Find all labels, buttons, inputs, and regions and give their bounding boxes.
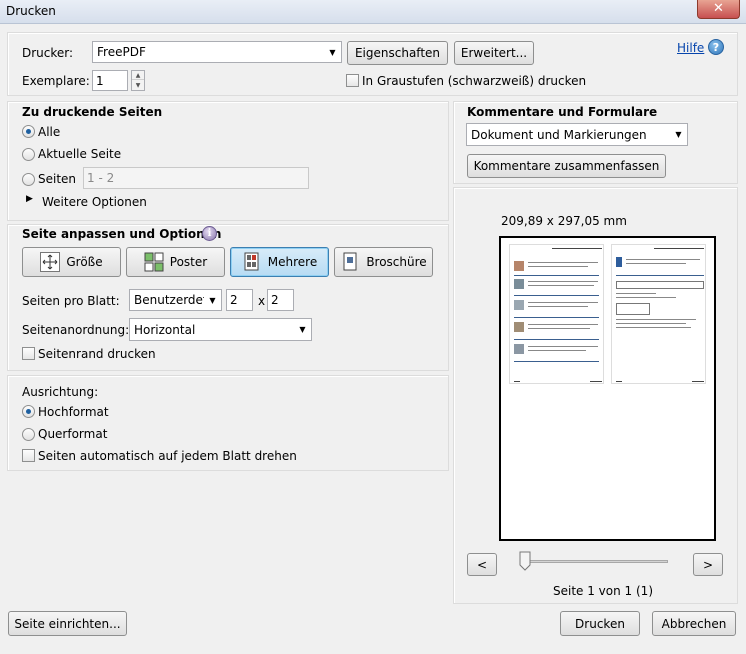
columns-input[interactable]: 2 xyxy=(226,289,253,311)
booklet-button-label: Broschüre xyxy=(366,255,427,269)
pages-per-sheet-select[interactable]: Benutzerdefiniert ▼ xyxy=(129,289,222,311)
multiple-pages-icon xyxy=(242,252,262,272)
auto-rotate-checkbox[interactable] xyxy=(22,449,35,462)
info-icon[interactable]: i xyxy=(202,226,217,241)
pages-per-sheet-label: Seiten pro Blatt: xyxy=(22,294,120,308)
page-range-input[interactable]: 1 - 2 xyxy=(83,167,309,189)
prev-page-button[interactable]: < xyxy=(467,553,497,576)
multiple-button[interactable]: Mehrere xyxy=(230,247,329,277)
resize-icon xyxy=(40,252,61,272)
expand-triangle-icon[interactable]: ▶ xyxy=(26,194,33,204)
booklet-icon xyxy=(340,252,360,272)
spin-down-icon[interactable]: ▼ xyxy=(132,81,144,90)
title-bar: Drucken xyxy=(0,0,746,24)
page-range-label: Seiten xyxy=(38,172,77,186)
orientation-heading: Ausrichtung: xyxy=(22,385,99,399)
close-button[interactable]: ✕ xyxy=(697,0,740,19)
page-slider-track[interactable] xyxy=(520,560,668,563)
multiple-button-label: Mehrere xyxy=(267,255,318,269)
print-border-checkbox[interactable] xyxy=(22,347,35,360)
all-pages-label: Alle xyxy=(38,125,61,139)
summarize-comments-button[interactable]: Kommentare zusammenfassen xyxy=(467,154,666,178)
pages-heading: Zu druckende Seiten xyxy=(22,105,163,119)
size-button[interactable]: Größe xyxy=(22,247,121,277)
printer-select[interactable]: FreePDF ▼ xyxy=(92,41,342,63)
order-label: Seitenanordnung: xyxy=(22,323,130,337)
rows-input[interactable]: 2 xyxy=(267,289,294,311)
printer-value: FreePDF xyxy=(97,45,146,59)
comments-value: Dokument und Markierungen xyxy=(471,127,647,142)
landscape-radio[interactable] xyxy=(22,428,35,441)
preview-page xyxy=(499,236,716,541)
mini-page-1 xyxy=(509,244,604,384)
portrait-label: Hochformat xyxy=(38,405,109,419)
grayscale-checkbox[interactable] xyxy=(346,74,359,87)
page-slider-thumb[interactable] xyxy=(519,551,531,571)
all-pages-radio[interactable] xyxy=(22,125,35,138)
chevron-down-icon: ▼ xyxy=(675,130,682,139)
poster-button-label: Poster xyxy=(169,255,208,269)
next-page-button[interactable]: > xyxy=(693,553,723,576)
advanced-button[interactable]: Erweitert... xyxy=(454,41,534,65)
pages-per-sheet-value: Benutzerdefiniert xyxy=(134,293,204,307)
current-page-label: Aktuelle Seite xyxy=(38,147,122,161)
help-icon[interactable]: ? xyxy=(708,39,724,55)
properties-button[interactable]: Eigenschaften xyxy=(347,41,448,65)
chevron-down-icon: ▼ xyxy=(329,47,336,57)
current-page-radio[interactable] xyxy=(22,148,35,161)
order-select[interactable]: Horizontal ▼ xyxy=(129,318,312,341)
comments-heading: Kommentare und Formulare xyxy=(467,105,658,119)
auto-rotate-label: Seiten automatisch auf jedem Blatt drehe… xyxy=(38,449,297,463)
help-link[interactable]: Hilfe xyxy=(677,41,704,55)
chevron-down-icon: ▼ xyxy=(299,325,306,334)
close-icon: ✕ xyxy=(713,1,724,16)
portrait-radio[interactable] xyxy=(22,405,35,418)
grayscale-label: In Graustufen (schwarzweiß) drucken xyxy=(362,74,587,88)
poster-button[interactable]: Poster xyxy=(126,247,225,277)
copies-label: Exemplare: xyxy=(22,74,90,88)
spin-up-icon[interactable]: ▲ xyxy=(132,71,144,80)
size-button-label: Größe xyxy=(66,255,103,269)
poster-icon xyxy=(144,252,164,272)
comments-select[interactable]: Dokument und Markierungen ▼ xyxy=(466,123,688,146)
booklet-button[interactable]: Broschüre xyxy=(334,247,433,277)
page-range-radio[interactable] xyxy=(22,173,35,186)
paper-dimensions: 209,89 x 297,05 mm xyxy=(501,214,627,228)
order-value: Horizontal xyxy=(134,322,196,337)
copies-stepper[interactable]: ▲ ▼ xyxy=(131,70,145,91)
chevron-down-icon: ▼ xyxy=(209,295,216,305)
print-border-label: Seitenrand drucken xyxy=(38,347,156,361)
copies-input[interactable]: 1 xyxy=(92,70,128,91)
page-info: Seite 1 von 1 (1) xyxy=(553,584,653,598)
print-button[interactable]: Drucken xyxy=(560,611,640,636)
mini-page-2 xyxy=(611,244,706,384)
cancel-button[interactable]: Abbrechen xyxy=(652,611,736,636)
more-options-link[interactable]: Weitere Optionen xyxy=(42,195,147,209)
window-title: Drucken xyxy=(6,4,56,18)
times-label: x xyxy=(258,294,266,308)
fit-heading: Seite anpassen und Optionen xyxy=(22,227,222,241)
page-setup-button[interactable]: Seite einrichten... xyxy=(8,611,127,636)
landscape-label: Querformat xyxy=(38,427,108,441)
printer-label: Drucker: xyxy=(22,46,74,60)
